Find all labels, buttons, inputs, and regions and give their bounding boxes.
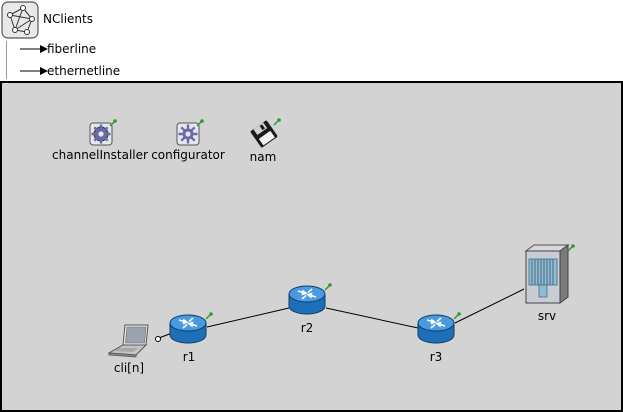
network-title: NClients <box>43 12 93 26</box>
status-pin-icon <box>205 312 213 320</box>
module-channelInstaller[interactable] <box>88 119 118 149</box>
status-pin-icon <box>567 244 575 252</box>
link-cli-r1-gate <box>155 336 161 342</box>
module-configurator-label: configurator <box>151 148 225 162</box>
link-r3-srv <box>454 288 525 324</box>
status-pin-icon <box>196 119 204 127</box>
channel-ethernetline-label: ethernetline <box>47 64 121 78</box>
module-nam[interactable] <box>250 117 282 149</box>
channel-fiberline-label: fiberline <box>47 42 97 56</box>
network-canvas[interactable]: channelInstaller configurator nam r1 r2 … <box>0 81 623 412</box>
module-cli-label: cli[n] <box>113 361 145 375</box>
gear-icon <box>176 119 204 146</box>
status-pin-icon <box>324 283 332 291</box>
module-cli[interactable] <box>106 323 152 359</box>
module-srv-label: srv <box>537 309 557 323</box>
router-icon <box>169 312 213 344</box>
arrow-right-icon <box>20 67 48 75</box>
module-srv[interactable] <box>522 241 578 305</box>
link-r2-r3 <box>325 307 419 329</box>
module-r2[interactable] <box>287 282 333 316</box>
status-pin-icon <box>273 118 281 126</box>
floppy-disk-icon <box>250 118 281 148</box>
module-channelInstaller-label: channelInstaller <box>52 148 148 162</box>
router-icon <box>417 312 461 344</box>
laptop-icon <box>107 324 149 358</box>
gear-icon <box>89 119 117 146</box>
module-r1-label: r1 <box>182 350 196 364</box>
module-r3[interactable] <box>416 311 462 345</box>
module-configurator[interactable] <box>175 119 205 149</box>
network-icon <box>1 1 39 39</box>
arrow-right-icon <box>20 45 48 53</box>
module-r2-label: r2 <box>300 321 314 335</box>
module-nam-label: nam <box>249 150 277 164</box>
module-r1[interactable] <box>168 311 214 345</box>
channel-fiberline[interactable]: fiberline <box>20 42 130 56</box>
server-icon <box>524 244 575 304</box>
status-pin-icon <box>453 312 461 320</box>
channel-ethernetline[interactable]: ethernetline <box>20 64 140 78</box>
tree-line <box>6 41 7 79</box>
status-pin-icon <box>109 119 117 127</box>
link-r1-r2 <box>206 307 290 328</box>
module-r3-label: r3 <box>429 350 443 364</box>
router-icon <box>288 283 332 315</box>
